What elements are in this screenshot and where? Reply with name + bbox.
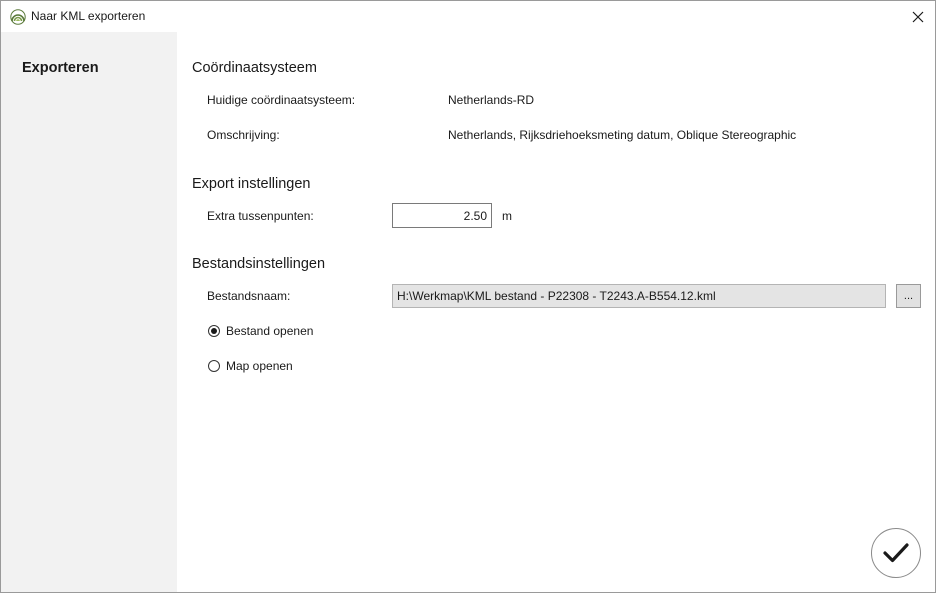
radio-button-unselected[interactable] [208, 360, 220, 372]
kml-app-icon [10, 9, 26, 25]
coordinate-system-title: Coördinaatsysteem [192, 60, 317, 76]
radio-button-selected[interactable] [208, 325, 220, 337]
file-settings-title: Bestandsinstellingen [192, 256, 326, 272]
radio-open-file[interactable]: Bestand openen [208, 324, 313, 338]
description-value: Netherlands, Rijksdriehoeksmeting datum,… [448, 128, 797, 142]
browse-button[interactable]: ... [896, 284, 921, 308]
export-settings-title: Export instellingen [192, 176, 311, 192]
current-coordinate-system-label: Huidige coördinaatsysteem: [207, 93, 356, 107]
close-button[interactable] [901, 1, 935, 32]
close-icon [912, 11, 924, 22]
sidebar: Exporteren [1, 32, 177, 592]
title-bar: Naar KML exporteren [1, 1, 935, 32]
filename-field[interactable] [392, 284, 886, 308]
radio-open-file-label: Bestand openen [226, 324, 314, 338]
dialog-window: Naar KML exporteren Exporteren Coördinaa… [0, 0, 936, 593]
sidebar-item-exporteren[interactable]: Exporteren [22, 60, 99, 76]
current-coordinate-system-value: Netherlands-RD [448, 93, 535, 107]
window-title: Naar KML exporteren [31, 9, 146, 23]
extra-points-label: Extra tussenpunten: [207, 209, 314, 223]
radio-open-folder-label: Map openen [226, 359, 293, 373]
radio-open-folder[interactable]: Map openen [208, 359, 293, 373]
checkmark-icon [883, 543, 909, 563]
description-label: Omschrijving: [207, 128, 280, 142]
confirm-button[interactable] [871, 528, 921, 578]
filename-label: Bestandsnaam: [207, 289, 291, 303]
extra-points-input[interactable] [392, 203, 492, 228]
extra-points-unit: m [502, 209, 512, 223]
